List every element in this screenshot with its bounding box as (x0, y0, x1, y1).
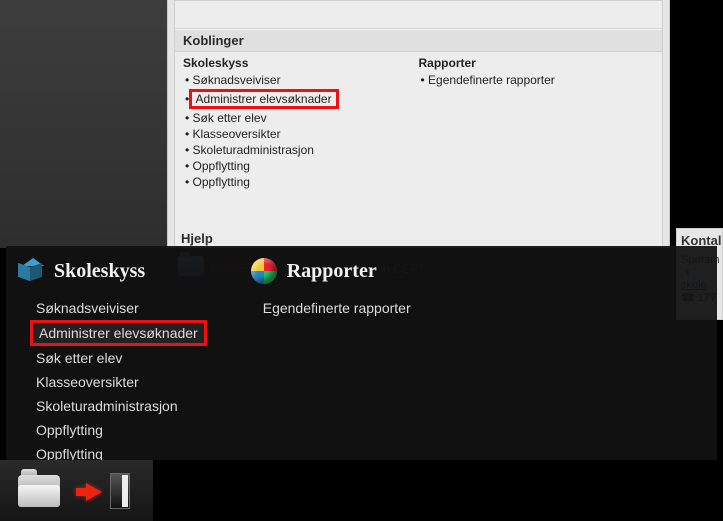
left-gutter (0, 0, 167, 248)
koblinger-a-item[interactable]: Administrer elevsøknader (183, 88, 419, 110)
panel-frame: Koblinger Skoleskyss SøknadsveiviserAdmi… (167, 0, 670, 248)
koblinger-a-item[interactable]: Klasseoversikter (183, 126, 419, 142)
panel-top-space (175, 1, 662, 29)
koblinger-a-item[interactable]: Oppflytting (183, 174, 419, 190)
menu-item[interactable]: Administrer elevsøknader (30, 320, 207, 346)
koblinger-col-a-list: SøknadsveiviserAdministrer elevsøknaderS… (183, 72, 419, 190)
menu-item[interactable]: Skoleturadministrasjon (30, 394, 207, 418)
menu-heading-skoleskyss-label: Skoleskyss (54, 260, 145, 283)
cube-icon (16, 258, 44, 284)
menu-item-rapporter[interactable]: Egendefinerte rapporter (257, 296, 417, 320)
sphere-icon (251, 258, 277, 284)
panel-inner: Koblinger Skoleskyss SøknadsveiviserAdmi… (174, 0, 663, 248)
koblinger-columns: Skoleskyss SøknadsveiviserAdministrer el… (175, 52, 662, 200)
menu-col-rapporter: Rapporter Egendefinerte rapporter (247, 258, 417, 466)
menu-item[interactable]: Søk etter elev (30, 346, 207, 370)
koblinger-col-a-title: Skoleskyss (183, 56, 419, 70)
menu-item[interactable]: Søknadsveiviser (30, 296, 207, 320)
bottom-toolbar (0, 460, 723, 521)
exit-button[interactable] (86, 473, 130, 509)
menu-col-skoleskyss: Skoleskyss SøknadsveiviserAdministrer el… (12, 258, 207, 466)
menu-list-skoleskyss: SøknadsveiviserAdministrer elevsøknaderS… (12, 296, 207, 466)
menu-heading-rapporter: Rapporter (247, 258, 417, 284)
koblinger-b-item[interactable]: Egendefinerte rapporter (419, 72, 655, 88)
koblinger-col-a: Skoleskyss SøknadsveiviserAdministrer el… (183, 56, 419, 190)
koblinger-col-b: Rapporter Egendefinerte rapporter (419, 56, 655, 190)
koblinger-a-item[interactable]: Skoleturadministrasjon (183, 142, 419, 158)
menu-heading-rapporter-label: Rapporter (287, 260, 377, 283)
open-folder-button[interactable] (18, 475, 60, 507)
koblinger-a-item[interactable]: Søknadsveiviser (183, 72, 419, 88)
start-menu: Skoleskyss SøknadsveiviserAdministrer el… (6, 246, 717, 460)
menu-heading-skoleskyss: Skoleskyss (12, 258, 207, 284)
menu-item[interactable]: Klasseoversikter (30, 370, 207, 394)
hjelp-header: Hjelp (181, 231, 662, 246)
koblinger-col-b-title: Rapporter (419, 56, 655, 70)
koblinger-col-b-list: Egendefinerte rapporter (419, 72, 655, 88)
koblinger-header: Koblinger (175, 29, 662, 52)
menu-item[interactable]: Oppflytting (30, 418, 207, 442)
koblinger-a-item[interactable]: Oppflytting (183, 158, 419, 174)
toolbar-segment (0, 460, 154, 521)
koblinger-a-item[interactable]: Søk etter elev (183, 110, 419, 126)
